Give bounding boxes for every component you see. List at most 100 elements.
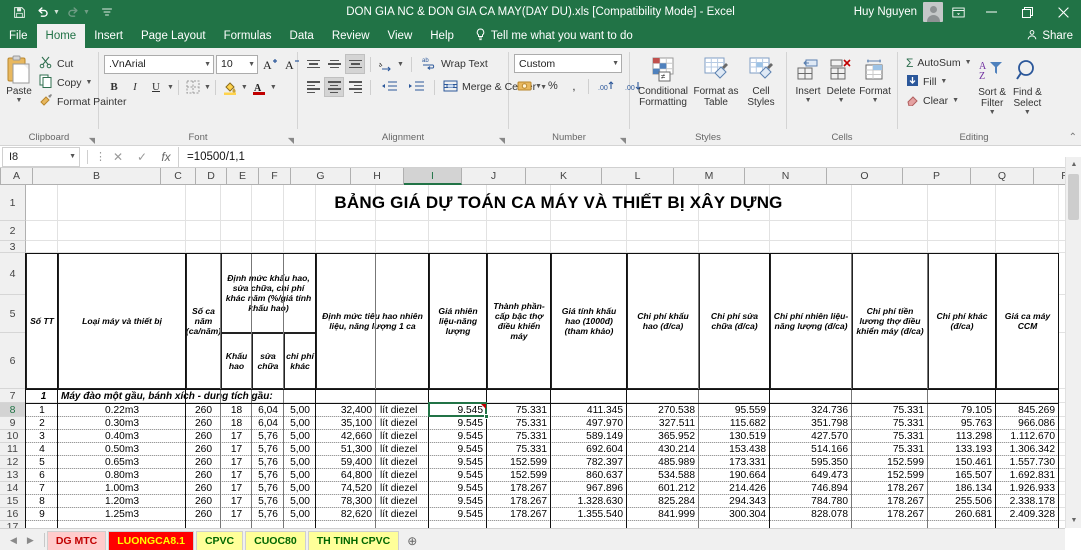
cell-A8[interactable]: 1 [26, 403, 58, 417]
sheet-tab-0[interactable]: DG MTC [46, 531, 107, 550]
find-select-dropdown-icon[interactable]: ▼ [1024, 109, 1031, 116]
undo-icon[interactable] [32, 2, 54, 22]
delete-cells-button[interactable]: Delete ▼ [824, 52, 858, 104]
align-right-button[interactable] [345, 77, 365, 97]
fill-handle[interactable] [484, 414, 489, 419]
format-dropdown-icon[interactable]: ▼ [872, 97, 879, 104]
insert-function-icon[interactable]: fx [154, 150, 178, 164]
copy-dropdown-icon[interactable]: ▼ [86, 79, 93, 86]
fill-color-button[interactable] [220, 77, 240, 97]
sheet-tab-3[interactable]: CUOC80 [245, 531, 306, 550]
cell-H8[interactable]: lít diezel [376, 403, 429, 417]
sort-filter-dropdown-icon[interactable]: ▼ [989, 109, 996, 116]
row-header-11[interactable]: 11 [0, 443, 26, 456]
column-header-h[interactable]: H [351, 168, 404, 185]
tab-review[interactable]: Review [323, 24, 379, 48]
tab-file[interactable]: File [0, 24, 37, 48]
insert-cells-button[interactable]: Insert ▼ [792, 52, 824, 104]
column-header-f[interactable]: F [259, 168, 291, 185]
save-icon[interactable] [8, 2, 30, 22]
row-header-9[interactable]: 9 [0, 417, 26, 430]
format-cells-button[interactable]: Format ▼ [858, 52, 892, 104]
vertical-scroll-thumb[interactable] [1068, 174, 1079, 220]
restore-button[interactable] [1009, 0, 1045, 24]
sheet-tab-1[interactable]: LUONGCA8.1 [108, 531, 194, 550]
row-header-7[interactable]: 7 [0, 389, 26, 403]
row-header-2[interactable]: 2 [0, 221, 26, 241]
font-color-button[interactable]: A [249, 77, 269, 97]
font-dialog-launcher[interactable]: ◥ [288, 136, 294, 145]
cell-B8[interactable]: 0.22m3 [58, 403, 186, 417]
cell-K8[interactable]: 411.345 [551, 403, 627, 417]
tell-me-box[interactable]: Tell me what you want to do [463, 24, 633, 48]
increase-indent-button[interactable] [403, 77, 429, 97]
column-header-q[interactable]: Q [971, 168, 1034, 185]
ribbon-display-options-icon[interactable] [943, 0, 973, 24]
name-box-dropdown-icon[interactable]: ▼ [69, 153, 76, 160]
cancel-formula-icon[interactable]: ✕ [106, 150, 130, 164]
row-header-16[interactable]: 16 [0, 508, 26, 521]
conditional-formatting-button[interactable]: ≠ Conditional Formatting [635, 52, 691, 108]
cell-Q8[interactable]: 845.269 [996, 403, 1059, 417]
tab-page-layout[interactable]: Page Layout [132, 24, 215, 48]
align-center-button[interactable] [324, 77, 344, 97]
column-header-i[interactable]: I [404, 168, 462, 185]
font-size-dropdown-icon[interactable]: ▼ [248, 61, 255, 68]
collapse-ribbon-button[interactable]: ⌃ [1069, 132, 1077, 143]
tab-help[interactable]: Help [421, 24, 463, 48]
scroll-down-icon[interactable]: ▼ [1066, 513, 1081, 528]
number-format-dropdown-icon[interactable]: ▼ [612, 60, 619, 67]
delete-dropdown-icon[interactable]: ▼ [838, 97, 845, 104]
find-select-button[interactable]: Find & Select ▼ [1010, 53, 1045, 116]
clipboard-dialog-launcher[interactable]: ◥ [89, 136, 95, 145]
add-sheet-button[interactable]: ⊕ [401, 534, 423, 550]
align-left-button[interactable] [303, 77, 323, 97]
cell-G8[interactable]: 32,400 [316, 403, 376, 417]
number-dialog-launcher[interactable]: ◥ [620, 136, 626, 145]
row-header-14[interactable]: 14 [0, 482, 26, 495]
tab-home[interactable]: Home [36, 24, 86, 48]
orientation-dropdown-icon[interactable]: ▼ [397, 61, 404, 68]
insert-dropdown-icon[interactable]: ▼ [805, 97, 812, 104]
accounting-format-button[interactable] [514, 76, 534, 96]
column-header-j[interactable]: J [462, 168, 526, 185]
row-header-15[interactable]: 15 [0, 495, 26, 508]
autosum-dropdown-icon[interactable]: ▼ [965, 59, 972, 66]
active-cell-selection[interactable] [428, 402, 487, 417]
cell-O8[interactable]: 75.331 [852, 403, 928, 417]
fill-button[interactable]: Fill ▼ [903, 72, 975, 91]
font-color-dropdown-icon[interactable]: ▼ [270, 84, 277, 91]
minimize-button[interactable] [973, 0, 1009, 24]
cell-J8[interactable]: 75.331 [487, 403, 551, 417]
cell-N8[interactable]: 324.736 [770, 403, 852, 417]
row-header-12[interactable]: 12 [0, 456, 26, 469]
tab-formulas[interactable]: Formulas [215, 24, 281, 48]
nav-first-sheet-icon[interactable]: ◀ [10, 535, 17, 546]
enter-formula-icon[interactable]: ✓ [130, 150, 154, 164]
align-bottom-button[interactable] [345, 54, 365, 74]
column-header-b[interactable]: B [33, 168, 161, 185]
clear-dropdown-icon[interactable]: ▼ [952, 97, 959, 104]
cell-styles-button[interactable]: Cell Styles [741, 52, 781, 108]
orientation-button[interactable]: a [376, 54, 396, 74]
share-button[interactable]: Share [1026, 24, 1073, 48]
scroll-up-icon[interactable]: ▲ [1066, 157, 1081, 172]
align-top-button[interactable] [303, 54, 323, 74]
borders-button[interactable] [183, 77, 203, 97]
column-header-g[interactable]: G [291, 168, 351, 185]
bold-button[interactable]: B [104, 77, 124, 97]
increase-decimal-button[interactable]: .00 [593, 76, 619, 96]
column-header-c[interactable]: C [161, 168, 196, 185]
redo-icon[interactable] [62, 2, 84, 22]
column-header-l[interactable]: L [602, 168, 674, 185]
column-header-e[interactable]: E [227, 168, 259, 185]
row-header-8[interactable]: 8 [0, 403, 26, 417]
nav-last-sheet-icon[interactable]: ▶ [27, 535, 34, 546]
tab-insert[interactable]: Insert [85, 24, 132, 48]
row-header-6[interactable]: 6 [0, 333, 26, 389]
font-name-combo[interactable]: .VnArial ▼ [104, 54, 214, 74]
column-header-a[interactable]: A [1, 168, 33, 185]
customize-qat-icon[interactable] [96, 2, 118, 22]
row-header-5[interactable]: 5 [0, 295, 26, 333]
italic-button[interactable]: I [125, 77, 145, 97]
